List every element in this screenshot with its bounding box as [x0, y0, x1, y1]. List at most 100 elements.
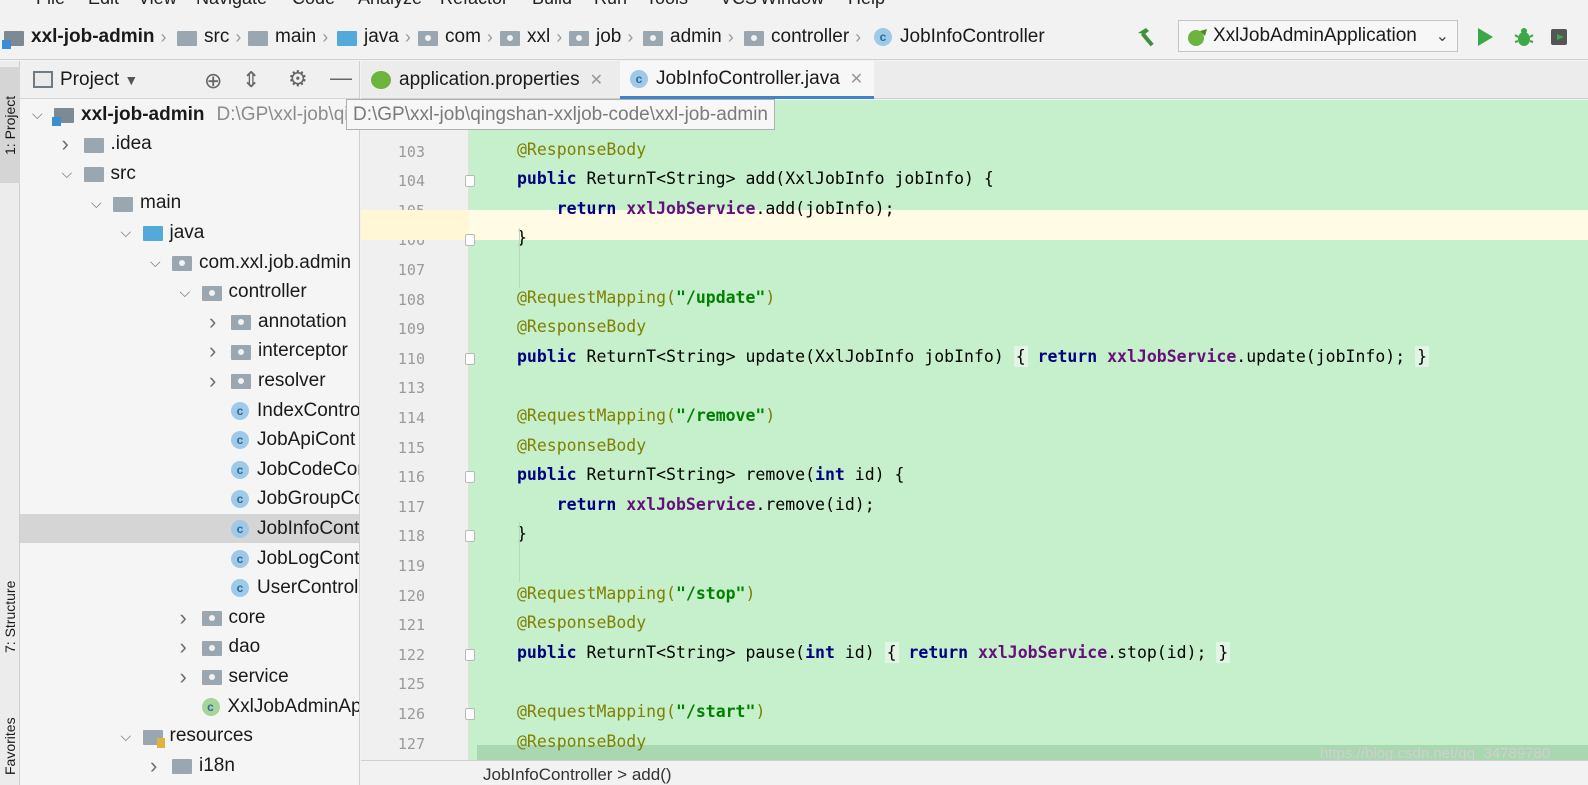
chevron-down-icon[interactable]: ⌵ — [150, 254, 161, 271]
menu-file[interactable]: File — [36, 0, 65, 9]
editor-breadcrumb[interactable]: JobInfoController > add() — [483, 765, 672, 785]
tree-item-i18n[interactable]: › i18n — [20, 751, 359, 780]
menu-build[interactable]: Build — [532, 0, 572, 9]
breadcrumb-admin[interactable]: admin › — [643, 14, 734, 60]
tree-item-interceptor[interactable]: › interceptor — [20, 337, 359, 366]
menu-refactor[interactable]: Refactor — [440, 0, 508, 9]
tree-item-jobcodecor[interactable]: c JobCodeCor — [20, 455, 359, 484]
code-token: ) — [745, 583, 756, 603]
fold-marker-icon[interactable] — [465, 471, 475, 484]
menu-analyze[interactable]: Analyze — [358, 0, 422, 9]
menu-help[interactable]: Help — [848, 0, 885, 9]
tab-favorites[interactable]: Favorites — [0, 701, 20, 785]
fold-marker-icon[interactable] — [465, 352, 475, 365]
tree-item-java[interactable]: ⌵ java — [20, 218, 359, 247]
tree-item-joblogcont[interactable]: c JobLogCont — [20, 544, 359, 573]
chevron-right-icon[interactable]: › — [150, 753, 157, 779]
menu-code[interactable]: Code — [292, 0, 335, 9]
fold-marker-icon[interactable] — [465, 175, 475, 188]
tree-item-src[interactable]: ⌵ src — [20, 159, 359, 188]
tree-item-main[interactable]: ⌵ main — [20, 189, 359, 218]
menu-vcs[interactable]: VCS — [720, 0, 757, 9]
tree-item-label: .idea — [110, 133, 152, 155]
code-token: return — [556, 494, 617, 514]
tree-item-jobgroupco[interactable]: c JobGroupCo — [20, 485, 359, 514]
tree-item-core[interactable]: › core — [20, 603, 359, 632]
code-token: "/stop" — [675, 583, 746, 603]
breadcrumb-xxl[interactable]: xxl › — [500, 14, 562, 60]
chevron-down-icon[interactable]: ⌵ — [32, 106, 43, 123]
code-token: .stop(id); — [1107, 642, 1217, 662]
package-icon — [643, 30, 663, 46]
chevron-right-icon[interactable]: › — [209, 368, 216, 394]
coverage-icon[interactable] — [1548, 24, 1588, 50]
tree-item-service[interactable]: › service — [20, 662, 359, 691]
tree-item-xxl-job-admin[interactable]: ⌵ xxl-job-admin D:\GP\xxl-job\qingshan-xxl… — [20, 100, 359, 129]
tab-project[interactable]: 1: Project — [0, 67, 20, 183]
breadcrumb-xxl-job-admin[interactable]: xxl-job-admin › — [2, 14, 167, 60]
chevron-right-icon[interactable]: › — [209, 338, 216, 364]
menu-tools[interactable]: Tools — [646, 0, 688, 9]
folder-icon — [248, 30, 268, 46]
tree-item-xxljobadminap[interactable]: c XxlJobAdminAp — [20, 692, 360, 721]
chevron-right-icon[interactable]: › — [209, 309, 216, 335]
tree-item-.idea[interactable]: › .idea — [20, 130, 359, 159]
breadcrumb-src[interactable]: src › — [177, 14, 241, 60]
tab-jobinfocontroller-java[interactable]: c JobInfoController.java ✕ — [620, 61, 874, 99]
run-configuration-select[interactable]: XxlJobAdminApplication ⌄ — [1178, 20, 1458, 52]
fold-marker-icon[interactable] — [465, 530, 475, 543]
gear-icon[interactable]: ⚙ — [288, 66, 308, 92]
chevron-right-icon[interactable]: › — [180, 664, 187, 690]
breadcrumb-controller[interactable]: controller › — [744, 14, 861, 60]
breadcrumb-main[interactable]: main › — [248, 14, 328, 60]
close-icon[interactable]: ✕ — [850, 69, 863, 89]
tree-item-indexcontro[interactable]: c IndexContro — [20, 396, 359, 425]
fold-marker-icon[interactable] — [465, 648, 475, 661]
menu-window[interactable]: Window — [760, 0, 824, 9]
chevron-right-icon[interactable]: › — [180, 605, 187, 631]
locate-icon[interactable]: ⊕ — [204, 68, 222, 94]
fold-marker-icon[interactable] — [465, 234, 475, 247]
code-line: public ReturnT<String> update(XxlJobInfo… — [517, 345, 1430, 367]
menu-run[interactable]: Run — [594, 0, 627, 9]
fold-marker-icon[interactable] — [465, 708, 475, 720]
tree-item-com.xxl.job.admin[interactable]: ⌵ com.xxl.job.admin — [20, 248, 359, 277]
tree-item-resources[interactable]: ⌵ resources — [20, 722, 359, 751]
tree-item-dao[interactable]: › dao — [20, 633, 359, 662]
tab-structure[interactable]: 7: Structure — [0, 557, 20, 677]
chevron-down-icon[interactable]: ⌵ — [180, 284, 191, 301]
breadcrumb-com[interactable]: com › — [418, 14, 493, 60]
breadcrumb-java[interactable]: java › — [337, 14, 411, 60]
tree-item-controller[interactable]: ⌵ controller — [20, 278, 359, 307]
code-token: public — [517, 465, 577, 485]
menu-navigate[interactable]: Navigate — [196, 0, 267, 9]
build-hammer-icon[interactable] — [1134, 24, 1162, 50]
menu-edit[interactable]: Edit — [88, 0, 119, 9]
run-icon[interactable] — [1472, 24, 1498, 50]
hide-panel-icon[interactable]: — — [330, 65, 352, 91]
breadcrumb-label: src — [204, 26, 230, 47]
tab-application-properties[interactable]: application.properties ✕ — [361, 61, 619, 99]
breadcrumb-jobinfocontroller[interactable]: c JobInfoController — [874, 14, 1045, 60]
chevron-right-icon[interactable]: › — [62, 131, 69, 157]
breadcrumb-job[interactable]: job › — [569, 14, 633, 60]
code-editor[interactable]: 1021031041051061071081091101131141151161… — [361, 100, 1588, 760]
chevron-down-icon[interactable]: ⌵ — [91, 195, 102, 212]
close-icon[interactable]: ✕ — [590, 70, 603, 90]
project-view-select[interactable]: Project ▼ — [60, 69, 138, 91]
tree-item-jobapicont[interactable]: c JobApiCont — [20, 426, 359, 455]
tree-item-label: XxlJobAdminAp — [227, 695, 360, 717]
chevron-down-icon[interactable]: ⌵ — [62, 165, 73, 182]
tree-item-annotation[interactable]: › annotation — [20, 307, 359, 336]
tree-item-resolver[interactable]: › resolver — [20, 366, 359, 395]
tree-item-jobinfocont[interactable]: c JobInfoCont — [20, 514, 359, 544]
chevron-down-icon[interactable]: ⌵ — [121, 728, 132, 745]
menu-bar: File Edit View Navigate Code Analyze Refactor B… — [0, 0, 1588, 14]
collapse-all-icon[interactable]: ⇕ — [242, 67, 260, 93]
chevron-right-icon[interactable]: › — [180, 634, 187, 660]
debug-icon[interactable] — [1510, 24, 1538, 50]
tree-item-label: JobApiCont — [257, 429, 356, 451]
tree-item-usercontrol[interactable]: c UserControl — [20, 574, 359, 603]
menu-view[interactable]: View — [138, 0, 177, 9]
chevron-down-icon[interactable]: ⌵ — [121, 224, 132, 241]
